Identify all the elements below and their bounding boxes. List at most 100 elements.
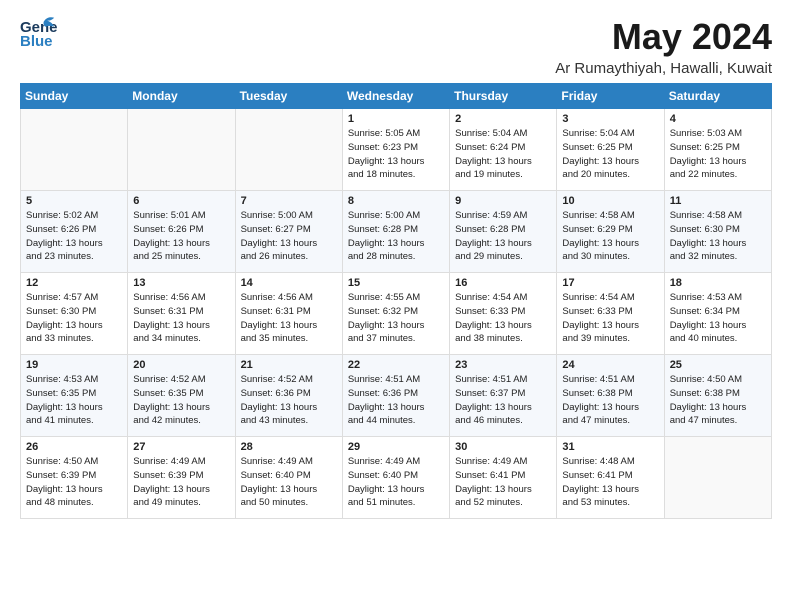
calendar-cell: 24 Sunrise: 4:51 AMSunset: 6:38 PMDayligh… [557,355,664,437]
day-info: Sunrise: 4:49 AMSunset: 6:40 PMDaylight:… [348,455,444,510]
day-number: 9 [455,195,551,207]
day-number: 31 [562,441,658,453]
header-row: Sunday Monday Tuesday Wednesday Thursday… [21,84,772,109]
col-tuesday: Tuesday [235,84,342,109]
day-info: Sunrise: 4:53 AMSunset: 6:35 PMDaylight:… [26,373,122,428]
header: General Blue May 2024 Ar Rumaythiyah, Ha… [20,16,772,77]
day-number: 17 [562,277,658,289]
calendar-cell: 16 Sunrise: 4:54 AMSunset: 6:33 PMDayligh… [450,273,557,355]
calendar-cell: 2 Sunrise: 5:04 AMSunset: 6:24 PMDaylight… [450,109,557,191]
calendar-cell: 19 Sunrise: 4:53 AMSunset: 6:35 PMDayligh… [21,355,128,437]
day-info: Sunrise: 4:58 AMSunset: 6:30 PMDaylight:… [670,209,766,264]
calendar-cell: 10Sunrise: 4:58 AMSunset: 6:29 PMDayligh… [557,191,664,273]
day-info: Sunrise: 5:04 AMSunset: 6:24 PMDaylight:… [455,127,551,182]
day-info: Sunrise: 4:59 AMSunset: 6:28 PMDaylight:… [455,209,551,264]
day-number: 14 [241,277,337,289]
calendar-cell: 18 Sunrise: 4:53 AMSunset: 6:34 PMDayligh… [664,273,771,355]
day-number: 23 [455,359,551,371]
day-number: 24 [562,359,658,371]
day-number: 16 [455,277,551,289]
day-number: 8 [348,195,444,207]
day-info: Sunrise: 4:48 AMSunset: 6:41 PMDaylight:… [562,455,658,510]
calendar-cell [235,109,342,191]
day-number: 22 [348,359,444,371]
day-info: Sunrise: 4:53 AMSunset: 6:34 PMDaylight:… [670,291,766,346]
calendar-cell: 26 Sunrise: 4:50 AMSunset: 6:39 PMDayligh… [21,437,128,519]
day-number: 30 [455,441,551,453]
day-number: 21 [241,359,337,371]
calendar-cell: 9 Sunrise: 4:59 AMSunset: 6:28 PMDaylight… [450,191,557,273]
day-number: 3 [562,113,658,125]
day-number: 13 [133,277,229,289]
calendar-cell: 4 Sunrise: 5:03 AMSunset: 6:25 PMDaylight… [664,109,771,191]
day-info: Sunrise: 4:54 AMSunset: 6:33 PMDaylight:… [455,291,551,346]
day-info: Sunrise: 4:50 AMSunset: 6:38 PMDaylight:… [670,373,766,428]
day-number: 19 [26,359,122,371]
day-number: 11 [670,195,766,207]
calendar-week-5: 26 Sunrise: 4:50 AMSunset: 6:39 PMDayligh… [21,437,772,519]
day-number: 25 [670,359,766,371]
day-info: Sunrise: 4:51 AMSunset: 6:36 PMDaylight:… [348,373,444,428]
calendar-cell: 22 Sunrise: 4:51 AMSunset: 6:36 PMDayligh… [342,355,449,437]
col-thursday: Thursday [450,84,557,109]
calendar-cell: 17 Sunrise: 4:54 AMSunset: 6:33 PMDayligh… [557,273,664,355]
calendar-week-2: 5 Sunrise: 5:02 AMSunset: 6:26 PMDaylight… [21,191,772,273]
day-info: Sunrise: 4:54 AMSunset: 6:33 PMDaylight:… [562,291,658,346]
calendar-cell: 31 Sunrise: 4:48 AMSunset: 6:41 PMDayligh… [557,437,664,519]
day-number: 28 [241,441,337,453]
col-sunday: Sunday [21,84,128,109]
day-info: Sunrise: 5:04 AMSunset: 6:25 PMDaylight:… [562,127,658,182]
day-info: Sunrise: 5:00 AMSunset: 6:27 PMDaylight:… [241,209,337,264]
day-info: Sunrise: 4:49 AMSunset: 6:41 PMDaylight:… [455,455,551,510]
day-number: 7 [241,195,337,207]
calendar-cell: 25 Sunrise: 4:50 AMSunset: 6:38 PMDayligh… [664,355,771,437]
day-info: Sunrise: 5:01 AMSunset: 6:26 PMDaylight:… [133,209,229,264]
calendar-cell: 27 Sunrise: 4:49 AMSunset: 6:39 PMDayligh… [128,437,235,519]
day-number: 27 [133,441,229,453]
day-number: 15 [348,277,444,289]
calendar-cell: 1 Sunrise: 5:05 AMSunset: 6:23 PMDaylight… [342,109,449,191]
day-number: 2 [455,113,551,125]
day-info: Sunrise: 4:55 AMSunset: 6:32 PMDaylight:… [348,291,444,346]
day-info: Sunrise: 4:57 AMSunset: 6:30 PMDaylight:… [26,291,122,346]
calendar-cell: 29 Sunrise: 4:49 AMSunset: 6:40 PMDayligh… [342,437,449,519]
calendar-cell: 13 Sunrise: 4:56 AMSunset: 6:31 PMDayligh… [128,273,235,355]
day-info: Sunrise: 4:52 AMSunset: 6:35 PMDaylight:… [133,373,229,428]
calendar-cell: 15 Sunrise: 4:55 AMSunset: 6:32 PMDayligh… [342,273,449,355]
calendar-cell: 5 Sunrise: 5:02 AMSunset: 6:26 PMDaylight… [21,191,128,273]
calendar-cell: 3 Sunrise: 5:04 AMSunset: 6:25 PMDaylight… [557,109,664,191]
calendar-table: Sunday Monday Tuesday Wednesday Thursday… [20,83,772,519]
calendar-cell [664,437,771,519]
day-number: 26 [26,441,122,453]
calendar-cell: 20 Sunrise: 4:52 AMSunset: 6:35 PMDayligh… [128,355,235,437]
day-info: Sunrise: 5:03 AMSunset: 6:25 PMDaylight:… [670,127,766,182]
day-number: 29 [348,441,444,453]
day-number: 4 [670,113,766,125]
day-info: Sunrise: 4:49 AMSunset: 6:40 PMDaylight:… [241,455,337,510]
day-number: 20 [133,359,229,371]
day-number: 1 [348,113,444,125]
calendar-cell [128,109,235,191]
calendar-week-4: 19 Sunrise: 4:53 AMSunset: 6:35 PMDayligh… [21,355,772,437]
day-info: Sunrise: 5:02 AMSunset: 6:26 PMDaylight:… [26,209,122,264]
calendar-cell: 11 Sunrise: 4:58 AMSunset: 6:30 PMDayligh… [664,191,771,273]
calendar-cell: 14Sunrise: 4:56 AMSunset: 6:31 PMDayligh… [235,273,342,355]
day-info: Sunrise: 4:56 AMSunset: 6:31 PMDaylight:… [133,291,229,346]
col-saturday: Saturday [664,84,771,109]
day-info: Sunrise: 5:00 AMSunset: 6:28 PMDaylight:… [348,209,444,264]
day-info: Sunrise: 4:50 AMSunset: 6:39 PMDaylight:… [26,455,122,510]
day-info: Sunrise: 4:58 AMSunset: 6:29 PMDaylight:… [562,209,658,264]
logo-icon: General Blue [20,16,58,48]
calendar-cell: 6Sunrise: 5:01 AMSunset: 6:26 PMDaylight… [128,191,235,273]
day-number: 5 [26,195,122,207]
day-info: Sunrise: 4:51 AMSunset: 6:37 PMDaylight:… [455,373,551,428]
col-wednesday: Wednesday [342,84,449,109]
day-info: Sunrise: 5:05 AMSunset: 6:23 PMDaylight:… [348,127,444,182]
calendar-cell: 21Sunrise: 4:52 AMSunset: 6:36 PMDayligh… [235,355,342,437]
col-monday: Monday [128,84,235,109]
main-title: May 2024 [555,16,772,58]
day-info: Sunrise: 4:51 AMSunset: 6:38 PMDaylight:… [562,373,658,428]
day-number: 18 [670,277,766,289]
logo: General Blue [20,16,58,48]
day-info: Sunrise: 4:49 AMSunset: 6:39 PMDaylight:… [133,455,229,510]
